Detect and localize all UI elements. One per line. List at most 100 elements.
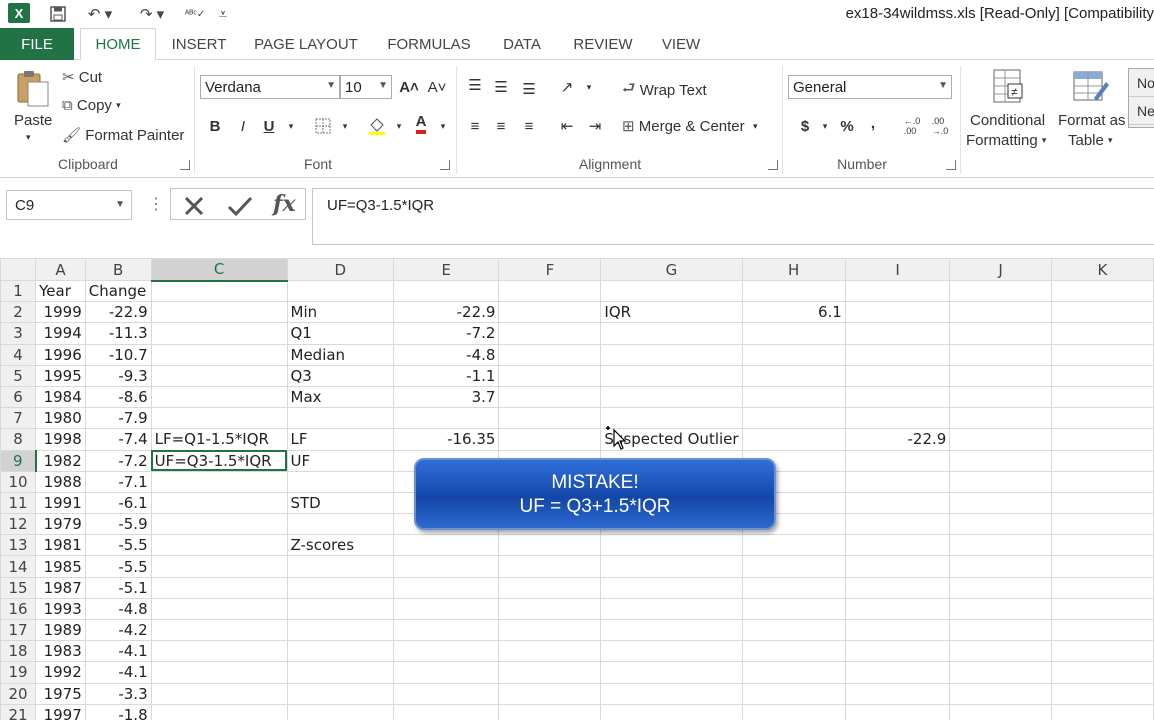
cell-a5[interactable]: 1995 — [35, 364, 86, 387]
cell-e13[interactable] — [393, 534, 500, 557]
cell-a10[interactable]: 1988 — [35, 470, 86, 493]
cell-e8[interactable]: -16.35 — [393, 428, 500, 451]
cell-i19[interactable] — [844, 661, 951, 684]
cell-style-normal[interactable]: No — [1129, 69, 1154, 97]
orientation-dropdown-icon[interactable]: ▾ — [578, 76, 600, 98]
column-header-a[interactable]: A — [35, 258, 86, 281]
cell-f5[interactable] — [498, 364, 602, 387]
cell-e16[interactable] — [393, 597, 500, 621]
row-header[interactable]: 11 — [0, 491, 37, 515]
cell-j10[interactable] — [949, 470, 1052, 493]
row-header[interactable]: 9 — [0, 449, 37, 472]
row-header[interactable]: 2 — [0, 301, 37, 324]
cell-d6[interactable]: Max — [286, 385, 395, 409]
cell-e15[interactable] — [393, 576, 500, 599]
cell-b2[interactable]: -22.9 — [84, 301, 152, 324]
tab-review[interactable]: REVIEW — [570, 28, 636, 60]
cell-k1[interactable] — [1050, 279, 1154, 303]
cell-k18[interactable] — [1050, 640, 1154, 663]
insert-function-icon[interactable]: fx — [273, 191, 296, 217]
font-color-icon[interactable]: A — [410, 113, 432, 135]
cell-b5[interactable]: -9.3 — [84, 364, 152, 387]
cell-c7[interactable] — [150, 407, 288, 430]
row-header[interactable]: 3 — [0, 322, 37, 345]
cell-c20[interactable] — [150, 682, 288, 705]
cell-e3[interactable]: -7.2 — [393, 322, 500, 345]
cell-d17[interactable] — [286, 618, 395, 642]
cell-j15[interactable] — [949, 576, 1052, 599]
cell-c16[interactable] — [150, 597, 288, 621]
customize-qat-icon[interactable]: ⩡ — [214, 3, 232, 25]
tab-page-layout[interactable]: PAGE LAYOUT — [250, 28, 362, 60]
cell-h20[interactable] — [741, 682, 846, 705]
column-header-g[interactable]: G — [600, 258, 743, 281]
cell-d5[interactable]: Q3 — [286, 364, 395, 387]
cell-k19[interactable] — [1050, 661, 1154, 684]
cell-h15[interactable] — [741, 576, 846, 599]
underline-button[interactable]: U — [258, 115, 280, 137]
cell-j6[interactable] — [949, 385, 1052, 409]
row-header[interactable]: 14 — [0, 555, 37, 578]
cell-a3[interactable]: 1994 — [35, 322, 86, 345]
increase-indent-icon[interactable]: ⇥ — [584, 115, 606, 137]
cell-b17[interactable]: -4.2 — [84, 618, 152, 642]
cell-h3[interactable] — [741, 322, 846, 345]
cell-j20[interactable] — [949, 682, 1052, 705]
cell-d11[interactable]: STD — [286, 491, 395, 515]
cell-b19[interactable]: -4.1 — [84, 661, 152, 684]
cell-c9[interactable]: UF=Q3-1.5*IQR — [150, 449, 288, 472]
cell-j11[interactable] — [949, 491, 1052, 515]
cell-j5[interactable] — [949, 364, 1052, 387]
format-as-table-button[interactable]: Table ▾ — [1068, 132, 1113, 149]
cell-g3[interactable] — [600, 322, 743, 345]
cell-c3[interactable] — [150, 322, 288, 345]
row-header[interactable]: 8 — [0, 428, 37, 451]
redo-icon[interactable]: ↷ ▾ — [132, 3, 172, 25]
cell-e17[interactable] — [393, 618, 500, 642]
cell-c14[interactable] — [150, 555, 288, 578]
cell-i7[interactable] — [844, 407, 951, 430]
cell-k21[interactable] — [1050, 703, 1154, 720]
decrease-decimal-icon[interactable]: .00 →.0 — [928, 115, 952, 137]
cell-g16[interactable] — [600, 597, 743, 621]
cell-a13[interactable]: 1981 — [35, 534, 86, 557]
cell-b4[interactable]: -10.7 — [84, 343, 152, 366]
align-left-icon[interactable]: ≡ — [464, 115, 486, 137]
name-box[interactable]: C9 ▼ — [6, 190, 132, 220]
cell-c2[interactable] — [150, 301, 288, 324]
select-all-corner[interactable] — [0, 258, 37, 281]
cell-a19[interactable]: 1992 — [35, 661, 86, 684]
cell-d13[interactable]: Z-scores — [286, 534, 395, 557]
cell-b7[interactable]: -7.9 — [84, 407, 152, 430]
cell-j16[interactable] — [949, 597, 1052, 621]
cell-h5[interactable] — [741, 364, 846, 387]
cell-j19[interactable] — [949, 661, 1052, 684]
cell-b18[interactable]: -4.1 — [84, 640, 152, 663]
row-header[interactable]: 5 — [0, 364, 37, 387]
column-header-h[interactable]: H — [741, 258, 846, 281]
cell-a9[interactable]: 1982 — [35, 449, 86, 472]
cell-d15[interactable] — [286, 576, 395, 599]
cell-i16[interactable] — [844, 597, 951, 621]
align-top-icon[interactable]: ☰ — [464, 74, 486, 96]
cell-f1[interactable] — [498, 279, 602, 303]
cell-f20[interactable] — [498, 682, 602, 705]
cell-j9[interactable] — [949, 449, 1052, 472]
cell-f21[interactable] — [498, 703, 602, 720]
cell-i17[interactable] — [844, 618, 951, 642]
cell-f4[interactable] — [498, 343, 602, 366]
cell-b14[interactable]: -5.5 — [84, 555, 152, 578]
cell-d7[interactable] — [286, 407, 395, 430]
cell-b1[interactable]: Change — [84, 279, 152, 303]
cell-a18[interactable]: 1983 — [35, 640, 86, 663]
cell-e14[interactable] — [393, 555, 500, 578]
underline-dropdown-icon[interactable]: ▾ — [280, 115, 302, 137]
cell-b11[interactable]: -6.1 — [84, 491, 152, 515]
cell-h4[interactable] — [741, 343, 846, 366]
cell-a12[interactable]: 1979 — [35, 513, 86, 536]
cell-j14[interactable] — [949, 555, 1052, 578]
cell-d1[interactable] — [286, 279, 395, 303]
cell-h7[interactable] — [741, 407, 846, 430]
cell-b3[interactable]: -11.3 — [84, 322, 152, 345]
cell-d16[interactable] — [286, 597, 395, 621]
